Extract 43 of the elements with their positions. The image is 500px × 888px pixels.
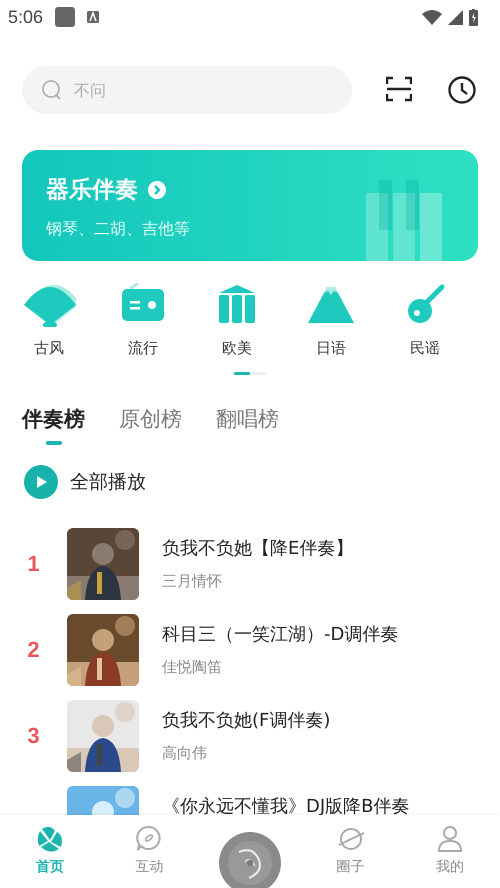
nav-tab[interactable]: 互动 — [119, 825, 180, 876]
nav-tab[interactable]: 我的 — [420, 825, 480, 876]
rank-number: 2 — [26, 636, 41, 664]
person-icon — [436, 825, 464, 853]
tab[interactable]: 原创榜 — [119, 405, 182, 445]
chevron-right-icon — [148, 180, 166, 198]
rank-number: 3 — [26, 722, 41, 750]
planet-icon — [336, 825, 365, 853]
category-label[interactable]: 日语 — [316, 339, 346, 358]
signal-icon — [448, 10, 463, 24]
category-label[interactable]: 流行 — [128, 339, 158, 358]
search-icon — [42, 80, 62, 100]
category-label[interactable]: 欧美 — [222, 339, 252, 358]
song-title[interactable]: 《你永远不懂我》DJ版降B伴奏 — [162, 794, 410, 818]
search-field[interactable]: 不问 — [22, 66, 352, 114]
chat-bubble-icon — [135, 825, 164, 853]
notification-icon — [55, 7, 76, 27]
song-title[interactable]: 科目三（一笑江湖）-D调伴奏 — [162, 622, 398, 646]
artist-name: 高向伟 — [162, 744, 208, 763]
artist-name: 三月情怀 — [162, 572, 223, 591]
category-label[interactable]: 古风 — [34, 339, 64, 358]
play-all-label[interactable]: 全部播放 — [70, 469, 146, 495]
scan-icon[interactable] — [386, 76, 412, 102]
status-time: 5:06 — [8, 6, 44, 28]
wifi-icon — [422, 10, 442, 24]
nav-tab[interactable]: 圈子 — [320, 825, 381, 876]
rank-number: 1 — [26, 550, 41, 578]
tab[interactable]: 翻唱榜 — [216, 405, 279, 445]
artist-name: 佳悦陶笛 — [162, 658, 223, 677]
keyboard-notification-icon — [87, 11, 100, 23]
tab[interactable]: 伴奏榜 — [22, 405, 85, 445]
category-label[interactable]: 民谣 — [410, 339, 440, 358]
piano-keys-icon — [366, 180, 442, 261]
song-title[interactable]: 负我不负她【降E伴奏】 — [162, 536, 354, 560]
fan-icon[interactable] — [22, 283, 76, 327]
play-icon[interactable] — [24, 465, 58, 499]
search-input[interactable]: 不问 — [72, 80, 276, 100]
battery-icon — [469, 8, 478, 26]
home-icon — [36, 825, 64, 853]
clock-icon[interactable] — [448, 76, 476, 104]
banner-subtitle: 钢琴、二胡、吉他等 — [46, 219, 191, 240]
song-title[interactable]: 负我不负她(F调伴奏) — [162, 708, 330, 732]
banner-title: 器乐伴奏 — [46, 176, 138, 205]
